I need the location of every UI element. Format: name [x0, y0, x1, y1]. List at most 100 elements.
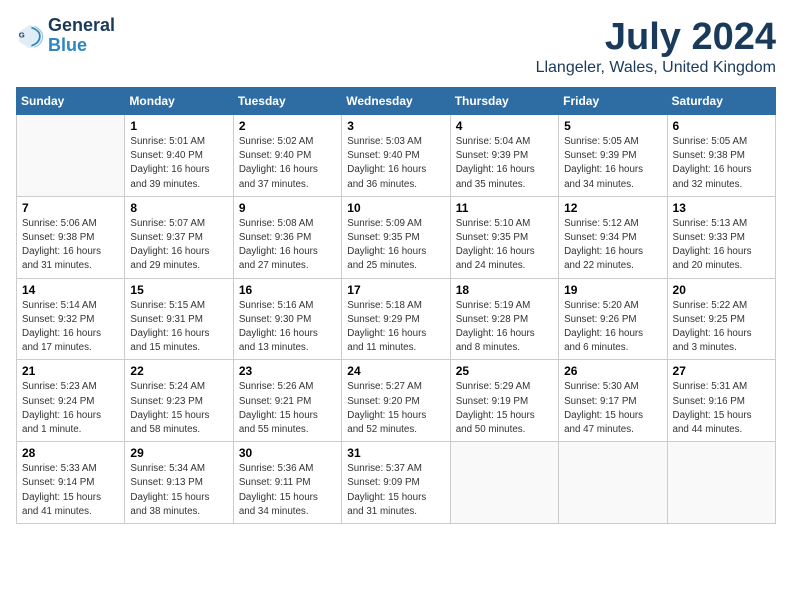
day-number: 16 [239, 283, 336, 297]
day-info: Sunrise: 5:15 AM Sunset: 9:31 PM Dayligh… [130, 299, 227, 356]
calendar-cell: 27 Sunrise: 5:31 AM Sunset: 9:16 PM Dayli… [667, 360, 775, 442]
calendar-day-header: Wednesday [342, 88, 450, 115]
day-number: 15 [130, 283, 227, 297]
day-info: Sunrise: 5:24 AM Sunset: 9:23 PM Dayligh… [130, 380, 227, 437]
calendar-cell: 24 Sunrise: 5:27 AM Sunset: 9:20 PM Dayli… [342, 360, 450, 442]
title-block: July 2024 Llangeler, Wales, United Kingd… [536, 16, 776, 77]
day-number: 14 [22, 283, 119, 297]
day-number: 19 [564, 283, 661, 297]
calendar-cell [450, 442, 558, 524]
calendar-cell: 13 Sunrise: 5:13 AM Sunset: 9:33 PM Dayli… [667, 196, 775, 278]
day-info: Sunrise: 5:37 AM Sunset: 9:09 PM Dayligh… [347, 462, 444, 519]
day-info: Sunrise: 5:20 AM Sunset: 9:26 PM Dayligh… [564, 299, 661, 356]
calendar-cell: 23Sunrise: 5:26 AM Sunset: 9:21 PM Dayli… [233, 360, 341, 442]
calendar-cell [667, 442, 775, 524]
logo-blue: Blue [48, 35, 87, 55]
calendar-cell: 21 Sunrise: 5:23 AM Sunset: 9:24 PM Dayli… [17, 360, 125, 442]
day-info: Sunrise: 5:30 AM Sunset: 9:17 PM Dayligh… [564, 380, 661, 437]
day-number: 7 [22, 201, 119, 215]
day-info: Sunrise: 5:10 AM Sunset: 9:35 PM Dayligh… [456, 217, 553, 274]
calendar-cell: 25 Sunrise: 5:29 AM Sunset: 9:19 PM Dayli… [450, 360, 558, 442]
calendar-cell: 14 Sunrise: 5:14 AM Sunset: 9:32 PM Dayli… [17, 278, 125, 360]
calendar-cell: 6 Sunrise: 5:05 AM Sunset: 9:38 PM Daylig… [667, 115, 775, 197]
day-info: Sunrise: 5:08 AM Sunset: 9:36 PM Dayligh… [239, 217, 336, 274]
day-number: 24 [347, 364, 444, 378]
day-info: Sunrise: 5:12 AM Sunset: 9:34 PM Dayligh… [564, 217, 661, 274]
day-number: 18 [456, 283, 553, 297]
day-info: Sunrise: 5:27 AM Sunset: 9:20 PM Dayligh… [347, 380, 444, 437]
calendar-cell: 12 Sunrise: 5:12 AM Sunset: 9:34 PM Dayli… [559, 196, 667, 278]
day-number: 21 [22, 364, 119, 378]
day-number: 6 [673, 119, 770, 133]
day-number: 12 [564, 201, 661, 215]
calendar-header-row: SundayMondayTuesdayWednesdayThursdayFrid… [17, 88, 776, 115]
calendar-cell: 8 Sunrise: 5:07 AM Sunset: 9:37 PM Daylig… [125, 196, 233, 278]
day-info: Sunrise: 5:05 AM Sunset: 9:38 PM Dayligh… [673, 135, 770, 192]
calendar-cell: 31Sunrise: 5:37 AM Sunset: 9:09 PM Dayli… [342, 442, 450, 524]
calendar-cell: 26 Sunrise: 5:30 AM Sunset: 9:17 PM Dayli… [559, 360, 667, 442]
day-number: 3 [347, 119, 444, 133]
day-number: 4 [456, 119, 553, 133]
day-number: 11 [456, 201, 553, 215]
day-info: Sunrise: 5:01 AM Sunset: 9:40 PM Dayligh… [130, 135, 227, 192]
day-number: 27 [673, 364, 770, 378]
day-info: Sunrise: 5:34 AM Sunset: 9:13 PM Dayligh… [130, 462, 227, 519]
day-info: Sunrise: 5:31 AM Sunset: 9:16 PM Dayligh… [673, 380, 770, 437]
day-info: Sunrise: 5:26 AM Sunset: 9:21 PM Dayligh… [239, 380, 336, 437]
calendar-cell: 9 Sunrise: 5:08 AM Sunset: 9:36 PM Daylig… [233, 196, 341, 278]
calendar-day-header: Thursday [450, 88, 558, 115]
calendar-week-row: 28 Sunrise: 5:33 AM Sunset: 9:14 PM Dayli… [17, 442, 776, 524]
logo-text: General Blue [48, 16, 115, 56]
calendar-cell: 4 Sunrise: 5:04 AM Sunset: 9:39 PM Daylig… [450, 115, 558, 197]
calendar-week-row: 21 Sunrise: 5:23 AM Sunset: 9:24 PM Dayli… [17, 360, 776, 442]
calendar-cell: 18 Sunrise: 5:19 AM Sunset: 9:28 PM Dayli… [450, 278, 558, 360]
calendar-day-header: Friday [559, 88, 667, 115]
day-info: Sunrise: 5:14 AM Sunset: 9:32 PM Dayligh… [22, 299, 119, 356]
logo: G General Blue [16, 16, 115, 56]
day-number: 9 [239, 201, 336, 215]
day-number: 25 [456, 364, 553, 378]
day-info: Sunrise: 5:02 AM Sunset: 9:40 PM Dayligh… [239, 135, 336, 192]
day-number: 8 [130, 201, 227, 215]
day-info: Sunrise: 5:07 AM Sunset: 9:37 PM Dayligh… [130, 217, 227, 274]
calendar-cell: 5 Sunrise: 5:05 AM Sunset: 9:39 PM Daylig… [559, 115, 667, 197]
calendar-day-header: Saturday [667, 88, 775, 115]
calendar-cell: 29 Sunrise: 5:34 AM Sunset: 9:13 PM Dayli… [125, 442, 233, 524]
day-number: 5 [564, 119, 661, 133]
calendar-cell: 11 Sunrise: 5:10 AM Sunset: 9:35 PM Dayli… [450, 196, 558, 278]
day-info: Sunrise: 5:19 AM Sunset: 9:28 PM Dayligh… [456, 299, 553, 356]
calendar-table: SundayMondayTuesdayWednesdayThursdayFrid… [16, 87, 776, 524]
day-info: Sunrise: 5:33 AM Sunset: 9:14 PM Dayligh… [22, 462, 119, 519]
day-info: Sunrise: 5:04 AM Sunset: 9:39 PM Dayligh… [456, 135, 553, 192]
day-info: Sunrise: 5:09 AM Sunset: 9:35 PM Dayligh… [347, 217, 444, 274]
day-info: Sunrise: 5:22 AM Sunset: 9:25 PM Dayligh… [673, 299, 770, 356]
day-info: Sunrise: 5:29 AM Sunset: 9:19 PM Dayligh… [456, 380, 553, 437]
day-info: Sunrise: 5:13 AM Sunset: 9:33 PM Dayligh… [673, 217, 770, 274]
day-number: 29 [130, 446, 227, 460]
calendar-cell: 3Sunrise: 5:03 AM Sunset: 9:40 PM Daylig… [342, 115, 450, 197]
day-number: 28 [22, 446, 119, 460]
logo-general: General [48, 15, 115, 35]
day-info: Sunrise: 5:05 AM Sunset: 9:39 PM Dayligh… [564, 135, 661, 192]
day-number: 22 [130, 364, 227, 378]
calendar-day-header: Sunday [17, 88, 125, 115]
day-number: 13 [673, 201, 770, 215]
calendar-week-row: 14 Sunrise: 5:14 AM Sunset: 9:32 PM Dayli… [17, 278, 776, 360]
day-number: 10 [347, 201, 444, 215]
day-number: 17 [347, 283, 444, 297]
calendar-cell: 16 Sunrise: 5:16 AM Sunset: 9:30 PM Dayli… [233, 278, 341, 360]
calendar-week-row: 1Sunrise: 5:01 AM Sunset: 9:40 PM Daylig… [17, 115, 776, 197]
day-number: 30 [239, 446, 336, 460]
calendar-week-row: 7Sunrise: 5:06 AM Sunset: 9:38 PM Daylig… [17, 196, 776, 278]
calendar-cell: 10 Sunrise: 5:09 AM Sunset: 9:35 PM Dayli… [342, 196, 450, 278]
day-info: Sunrise: 5:23 AM Sunset: 9:24 PM Dayligh… [22, 380, 119, 437]
calendar-cell [17, 115, 125, 197]
calendar-cell: 7Sunrise: 5:06 AM Sunset: 9:38 PM Daylig… [17, 196, 125, 278]
page-header: G General Blue July 2024 Llangeler, Wale… [16, 16, 776, 77]
day-number: 26 [564, 364, 661, 378]
calendar-day-header: Tuesday [233, 88, 341, 115]
calendar-cell: 22 Sunrise: 5:24 AM Sunset: 9:23 PM Dayli… [125, 360, 233, 442]
calendar-day-header: Monday [125, 88, 233, 115]
calendar-cell: 19 Sunrise: 5:20 AM Sunset: 9:26 PM Dayli… [559, 278, 667, 360]
day-info: Sunrise: 5:16 AM Sunset: 9:30 PM Dayligh… [239, 299, 336, 356]
